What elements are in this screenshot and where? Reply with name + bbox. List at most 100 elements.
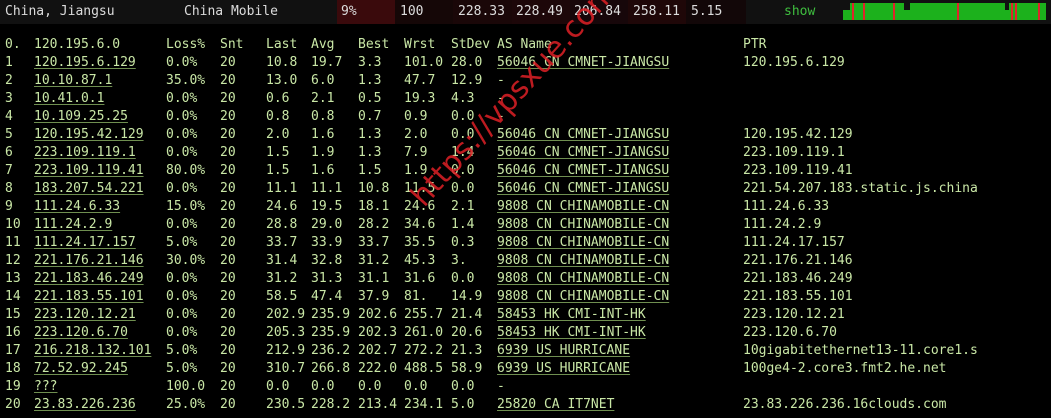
cell-as[interactable]: 9808 CN CHINAMOBILE-CN [497, 270, 669, 288]
cell-host[interactable]: 111.24.6.33 [34, 198, 120, 216]
cell-best: 213.4 [358, 397, 398, 412]
cell-ptr: 100ge4-2.core3.fmt2.he.net [743, 361, 947, 376]
cell-ptr: 221.183.55.101 [743, 289, 853, 304]
table-row: 16 223.120.6.70 0.0% 20 205.3 235.9 202.3 261.0… [0, 324, 1051, 342]
cell-host[interactable]: 10.109.25.25 [34, 108, 128, 126]
cell-best: 0.0 [358, 379, 382, 394]
cell-host[interactable]: 120.195.42.129 [34, 126, 144, 144]
header-last: Last [266, 37, 298, 52]
cell-ptr: 221.183.46.249 [743, 271, 853, 286]
cell-host[interactable]: 23.83.226.236 [34, 396, 136, 414]
cell-stdev: 28.0 [451, 55, 483, 70]
cell-loss: 35.0% [166, 73, 206, 88]
cell-wrst: 0.9 [404, 109, 428, 124]
cell-avg: 266.8 [311, 361, 351, 376]
cell-ptr: 111.24.2.9 [743, 217, 822, 232]
cell-as[interactable]: 9808 CN CHINAMOBILE-CN [497, 198, 669, 216]
cell-host[interactable]: 223.109.119.41 [34, 162, 144, 180]
cell-as[interactable]: 6939 US HURRICANE [497, 342, 630, 360]
show-link[interactable]: show [784, 0, 815, 24]
cell-wrst: 0.0 [404, 379, 428, 394]
cell-best: 202.6 [358, 307, 398, 322]
cell-as[interactable]: 58453 HK CMI-INT-HK [497, 324, 646, 342]
cell-host[interactable]: 183.207.54.221 [34, 180, 144, 198]
cell-host[interactable]: 221.183.46.249 [34, 270, 144, 288]
cell-as[interactable]: 9808 CN CHINAMOBILE-CN [497, 216, 669, 234]
cell-host[interactable]: 111.24.17.157 [34, 234, 136, 252]
cell-host[interactable]: 216.218.132.101 [34, 342, 151, 360]
spark-loss-tick [957, 3, 959, 20]
cell-best: 0.5 [358, 91, 382, 106]
cell-avg: 236.2 [311, 343, 351, 358]
cell-as[interactable]: 56046 CN CMNET-JIANGSU [497, 144, 669, 162]
cell-hop: 12 [5, 253, 21, 268]
cell-hop: 13 [5, 271, 21, 286]
cell-host[interactable]: 72.52.92.245 [34, 360, 128, 378]
cell-avg: 19.7 [311, 55, 343, 70]
cell-loss: 0.0% [166, 271, 198, 286]
cell-hop: 18 [5, 361, 21, 376]
table-row: 4 10.109.25.25 0.0% 20 0.8 0.8 0.7 0.9 0.0 - [0, 108, 1051, 126]
cell-host[interactable]: 221.176.21.146 [34, 252, 144, 270]
cell-last: 212.9 [266, 343, 306, 358]
cell-hop: 7 [5, 163, 13, 178]
cell-loss: 5.0% [166, 361, 198, 376]
cell-last: 28.8 [266, 217, 298, 232]
cell-host[interactable]: 223.120.12.21 [34, 306, 136, 324]
cell-host[interactable]: 111.24.2.9 [34, 216, 112, 234]
cell-wrst: 45.3 [404, 253, 436, 268]
cell-as: - [497, 73, 505, 88]
table-row: 7 223.109.119.41 80.0% 20 1.5 1.6 1.5 1.9 0.0 560… [0, 162, 1051, 180]
cell-as[interactable]: 56046 CN CMNET-JIANGSU [497, 162, 669, 180]
table-row: 12 221.176.21.146 30.0% 20 31.4 32.8 31.2 45.3 3… [0, 252, 1051, 270]
cell-as[interactable]: 56046 CN CMNET-JIANGSU [497, 180, 669, 198]
cell-ptr: 223.120.12.21 [743, 307, 845, 322]
cell-wrst: 81. [404, 289, 428, 304]
cell-snt: 20 [220, 343, 236, 358]
header-stdev: StDev [451, 37, 491, 52]
cell-as[interactable]: 9808 CN CHINAMOBILE-CN [497, 252, 669, 270]
cell-avg: 0.8 [311, 109, 335, 124]
cell-wrst: 24.6 [404, 199, 436, 214]
cell-as[interactable]: 9808 CN CHINAMOBILE-CN [497, 234, 669, 252]
spark-loss-tick [1038, 3, 1040, 20]
cell-stdev: 1.4 [451, 145, 475, 160]
cell-host[interactable]: 221.183.55.101 [34, 288, 144, 306]
cell-stdev: 0.0 [451, 181, 475, 196]
cell-last: 0.6 [266, 91, 290, 106]
cell-stdev: 3. [451, 253, 467, 268]
spark-loss-tick [852, 3, 854, 20]
cell-host[interactable]: 223.109.119.1 [34, 144, 136, 162]
cell-ptr: 111.24.6.33 [743, 199, 830, 214]
cell-stdev: 0.0 [451, 271, 475, 286]
cell-hop: 3 [5, 91, 13, 106]
cell-wrst: 101.0 [404, 55, 444, 70]
best-value: 206.84 [574, 4, 621, 19]
cell-host[interactable]: 223.120.6.70 [34, 324, 128, 342]
cell-avg: 2.1 [311, 91, 335, 106]
cell-as[interactable]: 58453 HK CMI-INT-HK [497, 306, 646, 324]
cell-best: 0.7 [358, 109, 382, 124]
cell-host[interactable]: 10.41.0.1 [34, 90, 104, 108]
cell-ptr: 23.83.226.236.16clouds.com [743, 397, 947, 412]
cell-snt: 20 [220, 163, 236, 178]
cell-as[interactable]: 56046 CN CMNET-JIANGSU [497, 126, 669, 144]
cell-as[interactable]: 6939 US HURRICANE [497, 360, 630, 378]
cell-as[interactable]: 56046 CN CMNET-JIANGSU [497, 54, 669, 72]
cell-ptr: 223.120.6.70 [743, 325, 837, 340]
cell-last: 0.8 [266, 109, 290, 124]
cell-as[interactable]: 25820 CA IT7NET [497, 396, 614, 414]
cell-wrst: 34.6 [404, 217, 436, 232]
table-row: 19??? 100.0 20 0.0 0.0 0.0 0.0 0.0 - [0, 378, 1051, 396]
cell-snt: 20 [220, 307, 236, 322]
table-row: 11 111.24.17.157 5.0% 20 33.7 33.9 33.7 35.5 0.3… [0, 234, 1051, 252]
cell-best: 37.9 [358, 289, 390, 304]
cell-snt: 20 [220, 55, 236, 70]
cell-host[interactable]: 120.195.6.129 [34, 54, 136, 72]
cell-host[interactable]: 10.10.87.1 [34, 72, 112, 90]
cell-wrst: 255.7 [404, 307, 444, 322]
cell-stdev: 14.9 [451, 289, 483, 304]
isp-label: China Mobile [184, 4, 278, 19]
cell-as[interactable]: 9808 CN CHINAMOBILE-CN [497, 288, 669, 306]
cell-host[interactable]: ??? [34, 378, 57, 396]
